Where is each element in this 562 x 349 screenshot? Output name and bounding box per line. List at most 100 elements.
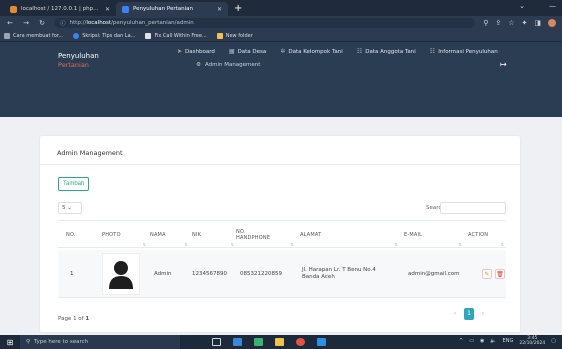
table-header: NO. PHOTO ⇅ NAMA ⇅ NIK ⇅ NO. HANDPHONE ⇅ ALA… (58, 220, 506, 248)
nav-dashboard[interactable]: ➤ Dashboard (177, 48, 215, 55)
avatar (102, 253, 140, 295)
gear-icon: ✲ (280, 48, 286, 55)
taskbar-search[interactable]: ⚲ Type here to search (20, 335, 180, 349)
taskbar-apps (212, 338, 326, 346)
bookmark-item[interactable]: Skripsi: Tips dan La... (73, 32, 135, 39)
bookmark-icon (145, 32, 152, 39)
page-info: Page 1 of 1 (58, 316, 90, 322)
back-icon[interactable]: ← (6, 19, 14, 27)
bookmarks-bar: Cara membuat for... Skripsi: Tips dan La… (0, 30, 562, 42)
settings-icon: ⚙ (196, 62, 201, 68)
site-favicon-icon (122, 5, 129, 13)
sort-icon: ⇅ (500, 242, 504, 247)
send-icon: ➤ (177, 48, 183, 55)
reload-icon[interactable]: ↻ (38, 19, 46, 27)
url-text: http://localhost/penyuluhan_pertanian/ad… (69, 20, 194, 26)
col-action[interactable]: ACTION ⇅ (468, 221, 506, 249)
next-page-button[interactable]: › (478, 308, 488, 320)
zoom-icon[interactable]: ⚲ (483, 19, 488, 27)
col-nik[interactable]: NIK ⇅ (192, 221, 236, 249)
minimize-button[interactable]: — (549, 2, 556, 10)
volume-icon[interactable]: 🔈 (490, 338, 496, 344)
profile-avatar-icon[interactable] (548, 19, 556, 27)
nav-data-kelompok-tani[interactable]: ✲ Data Kelompok Tani (280, 48, 343, 55)
new-tab-button[interactable]: + (228, 2, 248, 16)
store-icon[interactable] (275, 338, 284, 346)
cell-nik: 1234567890 (192, 270, 227, 277)
sort-icon: ⇅ (458, 242, 462, 247)
task-view-icon[interactable] (212, 338, 221, 346)
tab-title: localhost / 127.0.0.1 | phpMyA (21, 6, 101, 12)
sort-icon: ⇅ (230, 242, 234, 247)
file-explorer-icon[interactable] (233, 338, 242, 346)
nav-data-desa[interactable]: ▦ Data Desa (229, 48, 266, 55)
chrome-icon[interactable] (296, 338, 305, 346)
sort-icon: ⇅ (290, 242, 294, 247)
col-no[interactable]: NO. (66, 221, 96, 249)
cell-alamat: Jl. Harapan Lr. T Benu No.4 Banda Aceh (302, 267, 376, 280)
folder-icon[interactable] (254, 338, 263, 346)
cell-handphone: 085321220859 (240, 270, 282, 277)
language-indicator[interactable]: ENG (503, 338, 514, 344)
brand-logo[interactable]: Penyuluhan Pertanian (58, 52, 99, 70)
address-bar-row: ← → ↻ ⓘ http://localhost/penyuluhan_pert… (0, 16, 562, 30)
nav-admin-management[interactable]: ⚙ Admin Management (196, 62, 260, 68)
tab-search-icon[interactable]: ⌄ (519, 2, 525, 10)
col-alamat[interactable]: ALAMAT ⇅ (300, 221, 400, 249)
search-icon: ⚲ (26, 339, 31, 345)
col-photo[interactable]: PHOTO ⇅ (102, 221, 148, 249)
col-handphone[interactable]: NO. HANDPHONE ⇅ (236, 221, 296, 249)
delete-button[interactable]: 🗑 (495, 269, 505, 279)
trash-icon: 🗑 (496, 270, 504, 278)
url-input[interactable]: ⓘ http://localhost/penyuluhan_pertanian/… (54, 18, 476, 28)
bookmark-folder[interactable]: New folder (216, 32, 253, 39)
cell-no: 1 (70, 270, 74, 277)
users-icon: ☷ (429, 48, 436, 55)
logout-icon[interactable]: ↦ (500, 60, 507, 69)
brand-line1: Penyuluhan (58, 52, 99, 60)
col-nama[interactable]: NAMA ⇅ (150, 221, 190, 249)
network-icon[interactable]: ◉ (480, 338, 484, 344)
page-title: Admin Management (57, 149, 123, 157)
bookmark-item[interactable]: Fix Call Within Free... (145, 32, 207, 39)
bookmark-item[interactable]: Cara membuat for... (4, 32, 63, 39)
pencil-icon: ✎ (484, 270, 490, 278)
table-icon: ▦ (228, 48, 235, 55)
edit-button[interactable]: ✎ (482, 269, 492, 279)
sort-icon: ⇅ (184, 242, 188, 247)
windows-start-icon[interactable]: ⊞ (0, 338, 20, 347)
add-admin-button[interactable]: Tambah (58, 177, 90, 191)
pagination: ‹ 1 › (450, 308, 488, 320)
nav-data-anggota-tani[interactable]: ☷ Data Anggota Tani (357, 48, 416, 55)
bookmark-star-icon[interactable]: ☆ (508, 19, 514, 27)
chevron-up-icon[interactable]: ^ (459, 338, 463, 344)
notification-icon[interactable]: ▢ (551, 338, 556, 344)
toolbar-icons: ⚲ ⇪ ☆ ✦ ◨ (483, 19, 556, 27)
page-length-select[interactable]: 5 ⌄ (58, 202, 82, 214)
phpmyadmin-favicon-icon (10, 5, 17, 13)
cell-action: ✎ 🗑 (482, 250, 505, 298)
close-tab-icon[interactable]: ✕ (217, 6, 222, 13)
sort-icon: ⇅ (394, 242, 398, 247)
tab-penyuluhan[interactable]: Penyuluhan Pertanian ✕ (116, 2, 228, 16)
nav-informasi-penyuluhan[interactable]: ☷ Informasi Penyuluhan (430, 48, 498, 55)
admin-management-card: Admin Management Tambah 5 ⌄ Search: NO. … (40, 136, 520, 332)
col-email[interactable]: E-MAIL ⇅ (404, 221, 464, 249)
tab-phpmyadmin[interactable]: localhost / 127.0.0.1 | phpMyA ✕ (4, 2, 116, 16)
divider (40, 164, 520, 165)
cell-photo (102, 250, 140, 298)
clock[interactable]: 3:45 22/10/2024 (519, 336, 545, 346)
subnav-label: Admin Management (204, 62, 261, 68)
info-icon[interactable]: ⓘ (60, 19, 66, 27)
close-tab-icon[interactable]: ✕ (105, 6, 110, 13)
forward-icon[interactable]: → (22, 19, 30, 27)
sidebar-icon[interactable]: ◨ (534, 19, 541, 27)
vscode-icon[interactable] (317, 338, 326, 346)
prev-page-button[interactable]: ‹ (450, 308, 460, 320)
cell-email: admin@gmail.com (408, 270, 460, 277)
battery-icon[interactable]: ▭ (469, 338, 474, 344)
page-1-button[interactable]: 1 (464, 308, 474, 320)
extensions-icon[interactable]: ✦ (522, 19, 528, 27)
share-icon[interactable]: ⇪ (495, 19, 501, 27)
search-input[interactable] (440, 202, 506, 214)
